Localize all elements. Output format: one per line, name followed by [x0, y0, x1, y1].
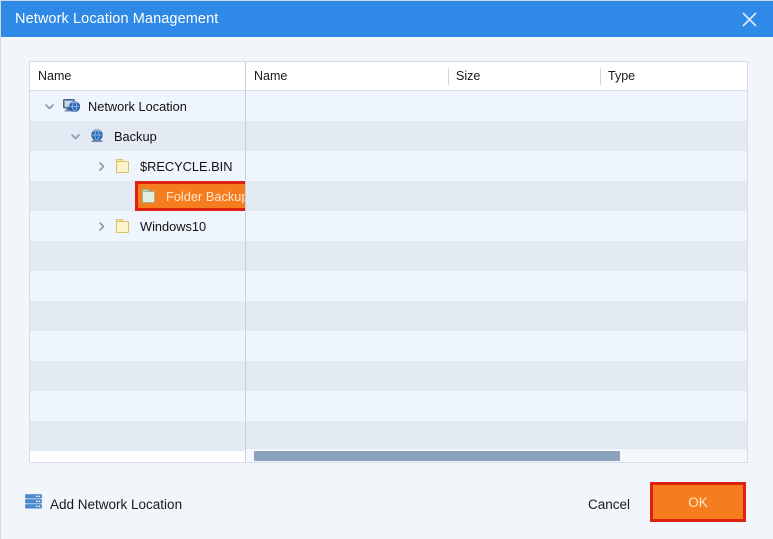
folder-icon: [112, 151, 134, 181]
chevron-down-icon[interactable]: [64, 121, 86, 151]
tree-panel: Name Network Location Backup $RECYCLE.BI…: [30, 62, 246, 462]
tree-row[interactable]: [30, 241, 245, 271]
column-header-name[interactable]: Name: [246, 62, 448, 90]
column-header-size[interactable]: Size: [448, 62, 600, 90]
cancel-button[interactable]: Cancel: [587, 491, 631, 517]
tree-row[interactable]: [30, 301, 245, 331]
server-stack-icon: [25, 494, 42, 514]
scrollbar-thumb[interactable]: [254, 451, 620, 461]
tree-row[interactable]: [30, 271, 245, 301]
tree-row[interactable]: [30, 421, 245, 451]
tree-item-network-location[interactable]: Network Location: [30, 91, 245, 121]
ok-button[interactable]: OK: [650, 482, 746, 522]
tree-item-backup[interactable]: Backup: [30, 121, 245, 151]
close-icon: [741, 11, 758, 28]
list-item[interactable]: [246, 91, 747, 121]
tree-item-label: $RECYCLE.BIN: [140, 158, 233, 174]
tree-rows-container: Network Location Backup $RECYCLE.BIN Fol…: [30, 91, 245, 462]
column-header-type[interactable]: Type: [600, 62, 745, 90]
network-globe-icon: [86, 121, 108, 151]
list-item[interactable]: [246, 271, 747, 301]
dialog-footer: Add Network Location Cancel OK: [1, 479, 773, 539]
add-network-location-label: Add Network Location: [50, 496, 183, 512]
tree-row[interactable]: [30, 391, 245, 421]
window-title: Network Location Management: [15, 11, 219, 27]
column-header-name[interactable]: Name: [30, 62, 245, 90]
dialog-body: Name Network Location Backup $RECYCLE.BI…: [1, 37, 773, 539]
tree-item-label: Folder Backup: [166, 188, 246, 204]
list-item[interactable]: [246, 301, 747, 331]
list-item[interactable]: [246, 361, 747, 391]
list-item[interactable]: [246, 421, 747, 451]
tree-row[interactable]: [30, 331, 245, 361]
ok-button-label: OK: [688, 494, 708, 510]
list-item[interactable]: [246, 121, 747, 151]
tree-item-folder-backup[interactable]: Folder Backup: [135, 181, 246, 211]
list-item[interactable]: [246, 331, 747, 361]
tree-item-windows10[interactable]: Windows10: [30, 211, 245, 241]
list-item[interactable]: [246, 151, 747, 181]
tree-column-header: Name: [30, 62, 245, 91]
network-location-management-dialog: Network Location Management Name Network…: [0, 0, 773, 539]
list-item[interactable]: [246, 391, 747, 421]
chevron-right-icon[interactable]: [90, 151, 112, 181]
file-browser: Name Network Location Backup $RECYCLE.BI…: [29, 61, 748, 463]
folder-icon: [138, 181, 160, 211]
file-list-rows-container: [246, 91, 747, 462]
tree-item-folder-backup-wrapper: Folder Backup: [30, 181, 245, 211]
chevron-right-icon[interactable]: [90, 211, 112, 241]
folder-icon: [112, 211, 134, 241]
horizontal-scrollbar[interactable]: [246, 448, 747, 462]
network-computer-icon: [60, 91, 82, 121]
add-network-location-button[interactable]: Add Network Location: [25, 491, 182, 517]
list-item[interactable]: [246, 211, 747, 241]
tree-item-label: Windows10: [140, 218, 207, 234]
list-item[interactable]: [246, 241, 747, 271]
chevron-down-icon[interactable]: [38, 91, 60, 121]
file-list-column-header: Name Size Type: [246, 62, 747, 91]
file-list-panel: Name Size Type: [246, 62, 747, 462]
tree-item-label: Network Location: [88, 98, 187, 114]
titlebar: Network Location Management: [1, 1, 773, 37]
tree-item-label: Backup: [114, 128, 157, 144]
tree-row[interactable]: [30, 361, 245, 391]
tree-item-recycle-bin[interactable]: $RECYCLE.BIN: [30, 151, 245, 181]
close-button[interactable]: [724, 1, 773, 37]
list-item[interactable]: [246, 181, 747, 211]
